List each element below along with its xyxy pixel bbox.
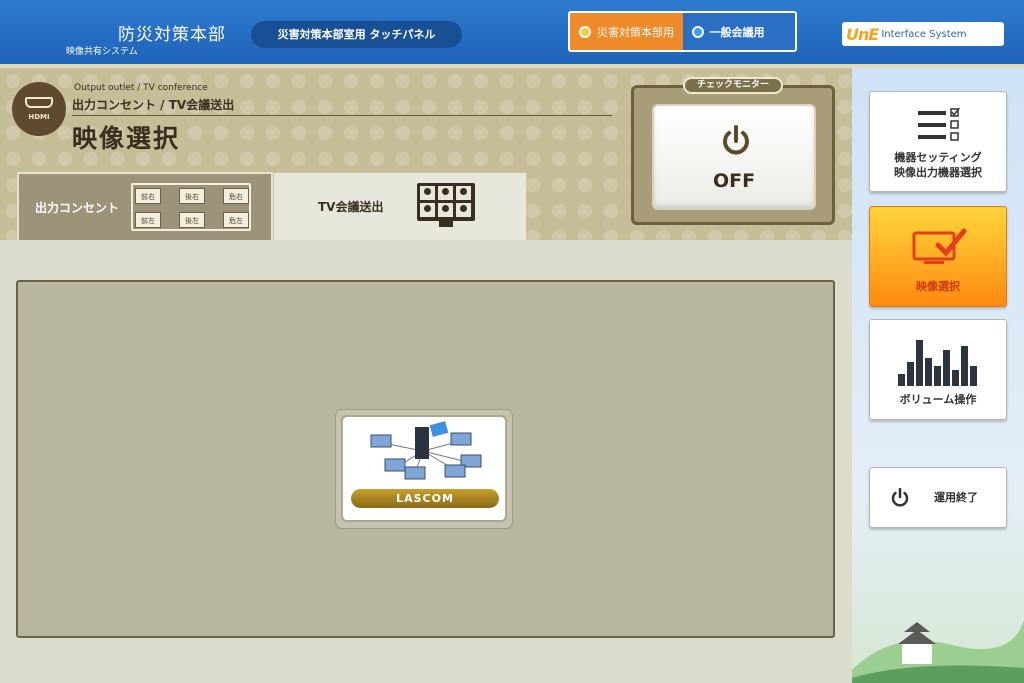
tab-tv-conference[interactable]: TV会議送出 <box>273 172 527 240</box>
server-icon <box>415 427 429 459</box>
network-icon <box>370 421 482 480</box>
power-icon <box>723 125 749 155</box>
monitor-check-icon <box>912 228 967 264</box>
volume-bars-icon <box>898 340 977 386</box>
participant-icon <box>456 203 471 217</box>
mode-disaster-button[interactable]: 災害対策本部用 <box>570 13 683 50</box>
device-setting-button[interactable]: 機器セッティング 映像出力機器選択 <box>869 91 1007 192</box>
end-operation-label: 運用終了 <box>934 491 978 504</box>
check-monitor-label: チェックモニター <box>683 77 783 94</box>
radio-off-icon <box>691 25 704 38</box>
outlet-front-right: 前右 <box>135 188 161 204</box>
tab-tv-conference-label: TV会議送出 <box>318 200 384 214</box>
outlet-grid-icon: 前右 後右 危右 前左 後左 危左 <box>131 183 251 231</box>
hdmi-icon: HDMI <box>12 82 66 136</box>
outlet-hazard-left: 危左 <box>223 212 249 228</box>
tv-screen-icon <box>417 183 475 221</box>
device-setting-label-2: 映像出力機器選択 <box>894 166 982 179</box>
device-setting-label-1: 機器セッティング <box>894 151 982 164</box>
castle-scenery-icon <box>852 620 1024 683</box>
mode-disaster-label: 災害対策本部用 <box>597 25 674 39</box>
source-lascom-label: LASCOM <box>351 489 499 508</box>
hdmi-plug-icon <box>25 97 53 108</box>
top-header: 防災対策本部 映像共有システム 災害対策本部室用 タッチパネル 災害対策本部用 … <box>0 0 1024 66</box>
tab-output-outlet[interactable]: 出力コンセント 前右 後右 危右 前左 後左 危左 <box>17 172 273 240</box>
outlet-rear-right: 後右 <box>179 188 205 204</box>
breadcrumb-en: Output outlet / TV conference <box>74 83 208 93</box>
breadcrumb: 出力コンセント / TV会議送出 <box>72 96 612 116</box>
app-subtitle: 映像共有システム <box>66 47 138 57</box>
brand-mark: UnE <box>846 24 879 44</box>
panel-label: 災害対策本部室用 タッチパネル <box>251 21 462 48</box>
brand-logo: UnE Interface System <box>842 22 1004 46</box>
outlet-rear-left: 後左 <box>179 212 205 228</box>
participant-icon <box>438 203 453 217</box>
brand-text: Interface System <box>881 28 967 40</box>
checklist-icon <box>918 108 961 141</box>
source-lascom-button[interactable]: LASCOM <box>341 415 507 522</box>
outlet-front-left: 前左 <box>135 212 161 228</box>
volume-button[interactable]: ボリューム操作 <box>869 319 1007 420</box>
participant-icon <box>420 186 435 200</box>
app-title: 防災対策本部 <box>118 25 226 45</box>
page-title: 映像選択 <box>72 124 181 153</box>
video-select-label: 映像選択 <box>916 280 960 293</box>
outlet-hazard-right: 危右 <box>223 188 249 204</box>
mode-general-label: 一般会議用 <box>709 25 765 39</box>
tab-output-outlet-label: 出力コンセント <box>35 200 120 215</box>
video-select-button[interactable]: 映像選択 <box>869 206 1007 307</box>
mode-switch: 災害対策本部用 一般会議用 <box>568 11 797 52</box>
participant-icon <box>420 203 435 217</box>
hdmi-label: HDMI <box>28 113 50 121</box>
check-monitor-state: OFF <box>712 170 756 192</box>
volume-label: ボリューム操作 <box>899 393 977 406</box>
end-operation-button[interactable]: 運用終了 <box>869 467 1007 528</box>
radio-on-icon <box>579 25 591 38</box>
participant-icon <box>438 186 453 200</box>
tv-conference-icon <box>417 183 475 227</box>
app-root: 防災対策本部 映像共有システム 災害対策本部室用 タッチパネル 災害対策本部用 … <box>0 0 1024 683</box>
mode-general-button[interactable]: 一般会議用 <box>682 13 795 50</box>
tv-stand-icon <box>439 221 453 227</box>
participant-icon <box>456 186 471 200</box>
check-monitor-toggle-button[interactable]: OFF <box>652 104 816 210</box>
